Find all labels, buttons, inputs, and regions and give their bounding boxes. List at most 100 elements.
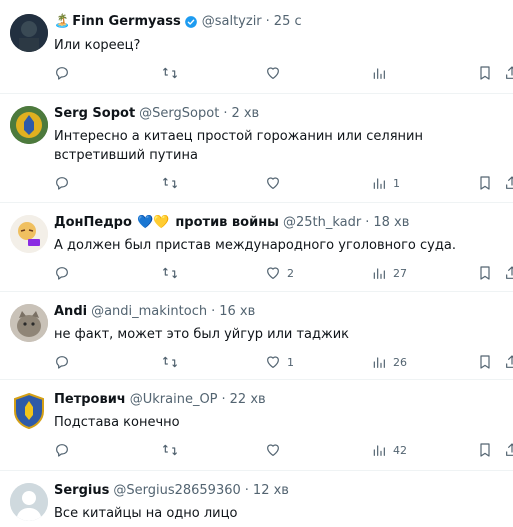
retweet-icon <box>163 356 177 368</box>
handle[interactable]: @andi_makintoch <box>91 304 207 319</box>
view-count: 42 <box>393 443 407 457</box>
separator-dot: · <box>365 215 370 230</box>
retweet-icon <box>163 177 177 189</box>
tweet-text: Или кореец? <box>54 38 141 53</box>
bookmark-button[interactable] <box>477 265 493 281</box>
share-button[interactable] <box>504 65 513 81</box>
bookmark-icon <box>480 266 490 280</box>
share-button[interactable] <box>504 442 513 458</box>
tweet[interactable]: Петрович @Ukraine_OP · 22 хв Подстава ко… <box>0 380 513 471</box>
share-button[interactable] <box>504 265 513 281</box>
display-name[interactable]: Sergius <box>54 483 109 498</box>
tweet-header: Sergius @Sergius28659360 · 12 хв <box>54 483 289 498</box>
retweet-icon <box>163 67 177 79</box>
like-button[interactable]: 2 <box>265 265 294 281</box>
like-button[interactable]: 1 <box>265 354 294 370</box>
views-button[interactable]: 42 <box>371 442 407 458</box>
tweet[interactable]: ДонПедро 💙💛 против войны @25th_kadr · 18… <box>0 203 513 292</box>
display-name[interactable]: Finn Germyass <box>72 14 181 29</box>
retweet-button[interactable] <box>162 442 178 458</box>
separator-dot: · <box>223 106 228 121</box>
retweet-button[interactable] <box>162 65 178 81</box>
avatar[interactable] <box>10 106 48 144</box>
handle[interactable]: @Sergius28659360 <box>113 483 240 498</box>
avatar[interactable] <box>10 483 48 521</box>
reply-button[interactable] <box>54 442 70 458</box>
handle[interactable]: @SergSopot <box>139 106 219 121</box>
share-button[interactable] <box>504 354 513 370</box>
handle[interactable]: @saltyzir <box>202 14 262 29</box>
timestamp[interactable]: 2 хв <box>231 106 259 121</box>
like-button[interactable] <box>265 175 287 191</box>
tweet[interactable]: Serg Sopot @SergSopot · 2 хв Интересно а… <box>0 94 513 203</box>
reply-timeline: 🏝️ Finn Germyass @saltyzir · 25 с Или ко… <box>0 0 513 527</box>
timestamp[interactable]: 16 хв <box>219 304 255 319</box>
timestamp[interactable]: 18 хв <box>373 215 409 230</box>
views-button[interactable]: 27 <box>371 265 407 281</box>
blue-yellow-hearts-emoji: 💙💛 <box>136 215 170 230</box>
analytics-icon <box>373 178 385 189</box>
like-button[interactable] <box>265 442 287 458</box>
retweet-button[interactable] <box>162 354 178 370</box>
tweet-text: Все китайцы на одно лицо <box>54 506 238 521</box>
avatar[interactable] <box>10 14 48 52</box>
views-button[interactable] <box>371 65 393 81</box>
heart-icon <box>267 444 279 456</box>
reply-button[interactable] <box>54 175 70 191</box>
views-button[interactable]: 26 <box>371 354 407 370</box>
tweet-text: Подстава конечно <box>54 415 180 430</box>
reply-button[interactable] <box>54 265 70 281</box>
share-icon <box>506 443 513 456</box>
separator-dot: · <box>244 483 249 498</box>
analytics-icon <box>373 357 385 368</box>
display-name[interactable]: ДонПедро <box>54 215 132 230</box>
share-icon <box>506 355 513 368</box>
like-count: 2 <box>287 266 294 280</box>
display-name[interactable]: Петрович <box>54 392 126 407</box>
timestamp[interactable]: 12 хв <box>253 483 289 498</box>
tweet-header: Serg Sopot @SergSopot · 2 хв <box>54 106 259 121</box>
avatar[interactable] <box>10 304 48 342</box>
bookmark-button[interactable] <box>477 354 493 370</box>
bookmark-button[interactable] <box>477 65 493 81</box>
action-bar <box>54 65 513 83</box>
separator-dot: · <box>265 14 270 29</box>
retweet-button[interactable] <box>162 175 178 191</box>
palm-island-emoji: 🏝️ <box>54 14 71 29</box>
bookmark-button[interactable] <box>477 175 493 191</box>
views-button[interactable]: 1 <box>371 175 400 191</box>
display-name[interactable]: Andi <box>54 304 87 319</box>
action-bar: 2 27 <box>54 265 513 283</box>
handle[interactable]: @Ukraine_OP <box>130 392 218 407</box>
bookmark-icon <box>480 355 490 369</box>
tweet-header: ДонПедро 💙💛 против войны @25th_kadr · 18… <box>54 215 409 230</box>
tweet[interactable]: Andi @andi_makintoch · 16 хв не факт, мо… <box>0 292 513 380</box>
tweet[interactable]: 🏝️ Finn Germyass @saltyzir · 25 с Или ко… <box>0 0 513 94</box>
tweet-header: Петрович @Ukraine_OP · 22 хв <box>54 392 266 407</box>
avatar[interactable] <box>10 215 48 253</box>
heart-icon <box>267 267 279 279</box>
avatar[interactable] <box>10 392 48 430</box>
timestamp[interactable]: 25 с <box>274 14 302 29</box>
display-name-suffix[interactable]: против войны <box>175 215 279 230</box>
handle[interactable]: @25th_kadr <box>283 215 361 230</box>
reply-button[interactable] <box>54 65 70 81</box>
heart-icon <box>267 177 279 189</box>
bookmark-icon <box>480 176 490 190</box>
tweet[interactable]: Sergius @Sergius28659360 · 12 хв Все кит… <box>0 471 513 527</box>
heart-icon <box>267 356 279 368</box>
action-bar: 1 <box>54 175 513 193</box>
like-button[interactable] <box>265 65 287 81</box>
separator-dot: · <box>221 392 226 407</box>
share-button[interactable] <box>504 175 513 191</box>
reply-button[interactable] <box>54 354 70 370</box>
tweet-text: А должен был пристав международного угол… <box>54 238 456 253</box>
timestamp[interactable]: 22 хв <box>230 392 266 407</box>
view-count: 1 <box>393 176 400 190</box>
display-name[interactable]: Serg Sopot <box>54 106 135 121</box>
retweet-button[interactable] <box>162 265 178 281</box>
reply-icon <box>56 177 68 190</box>
bookmark-button[interactable] <box>477 442 493 458</box>
verified-badge-icon <box>184 15 197 28</box>
heart-icon <box>267 67 279 79</box>
